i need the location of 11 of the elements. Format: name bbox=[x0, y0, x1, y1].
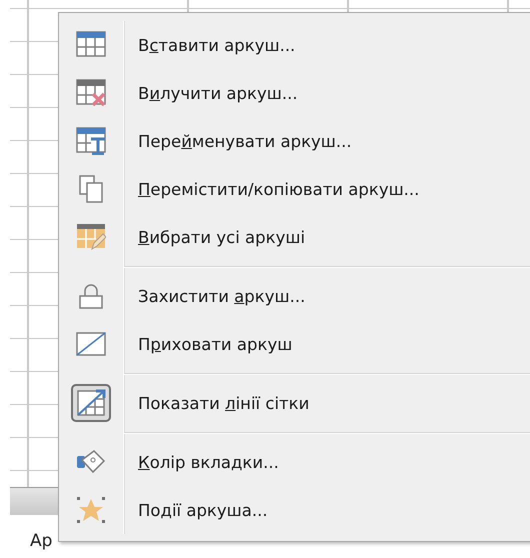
menu-item[interactable]: Вставити аркуш... bbox=[59, 21, 530, 69]
menu-item[interactable]: Перейменувати аркуш... bbox=[59, 117, 530, 165]
menu-item[interactable]: Приховати аркуш bbox=[59, 320, 530, 368]
menu-item[interactable]: Вибрати усі аркуші bbox=[59, 213, 530, 261]
menu-item[interactable]: Події аркуша... bbox=[59, 486, 530, 534]
menu-item[interactable]: Перемістити/копіювати аркуш... bbox=[59, 165, 530, 213]
menu-item[interactable]: Захистити аркуш... bbox=[59, 272, 530, 320]
menu-item[interactable]: Показати лінії сітки bbox=[59, 379, 530, 427]
sheet-tab[interactable]: Ар bbox=[30, 531, 52, 551]
menu-item[interactable]: Колір вкладки... bbox=[59, 438, 530, 486]
menu-item[interactable]: Вилучити аркуш... bbox=[59, 69, 530, 117]
